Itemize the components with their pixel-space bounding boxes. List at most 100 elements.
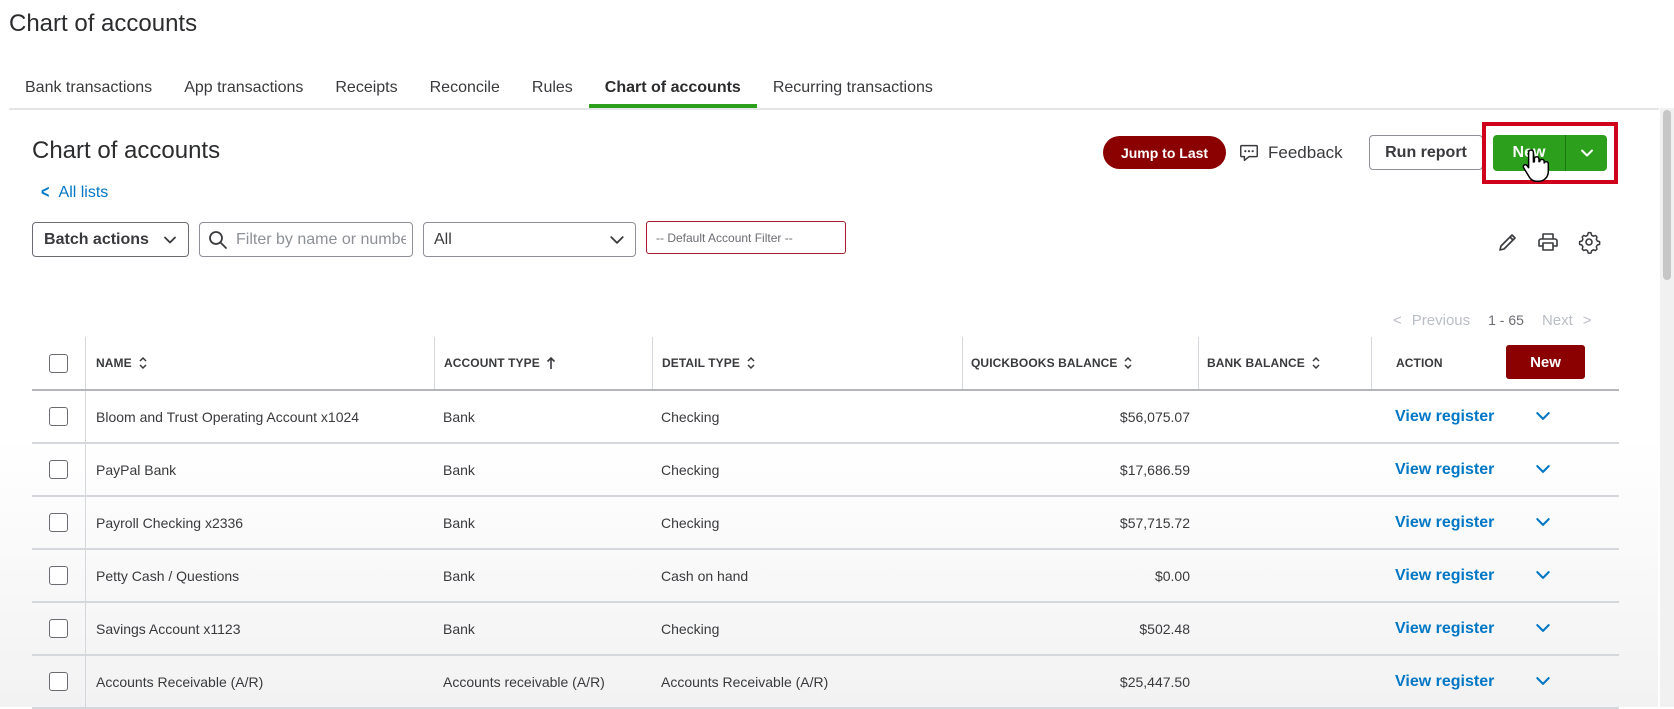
bank-balance-header-label: BANK BALANCE (1207, 356, 1305, 370)
tab-receipts[interactable]: Receipts (319, 68, 413, 108)
view-register-link[interactable]: View register (1395, 567, 1494, 585)
account-name: PayPal Bank (96, 461, 177, 478)
account-type: Bank (443, 567, 475, 584)
feedback-icon (1240, 144, 1258, 162)
account-type-select[interactable]: All (423, 222, 636, 257)
all-lists-label: All lists (58, 183, 109, 201)
pencil-icon[interactable] (1496, 230, 1520, 254)
qb-balance: $502.48 (1139, 620, 1190, 637)
chevron-down-icon[interactable] (1535, 408, 1551, 424)
account-type-cell: Bank (434, 391, 652, 442)
account-type-cell: Bank (434, 497, 652, 548)
action-cell: View register (1371, 656, 1619, 707)
bank-balance-cell (1198, 656, 1371, 707)
account-name-cell: Petty Cash / Questions (85, 550, 434, 601)
printer-icon[interactable] (1536, 230, 1560, 254)
table-row: Savings Account x1123 Bank Checking $502… (32, 603, 1619, 656)
filter-search-field[interactable] (199, 222, 413, 257)
feedback-button[interactable]: Feedback (1238, 140, 1343, 166)
hand-cursor-icon (1522, 149, 1550, 182)
select-all-checkbox[interactable] (49, 353, 68, 373)
table-row: Payroll Checking x2336 Bank Checking $57… (32, 497, 1619, 550)
qb-balance-header-label: QUICKBOOKS BALANCE (971, 356, 1118, 370)
qb-balance: $17,686.59 (1119, 461, 1190, 478)
qb-balance-cell: $0.00 (962, 550, 1198, 601)
tab-reconcile[interactable]: Reconcile (414, 68, 516, 108)
chevron-down-icon[interactable] (1535, 461, 1551, 477)
gear-icon[interactable] (1577, 230, 1601, 254)
detail-type-cell: Accounts Receivable (A/R) (652, 656, 962, 707)
action-cell: View register (1371, 550, 1619, 601)
chevron-down-icon[interactable] (1535, 673, 1551, 689)
account-name-cell: Bloom and Trust Operating Account x1024 (85, 391, 434, 442)
detail-type-cell: Checking (652, 391, 962, 442)
account-type-header-label: ACCOUNT TYPE (444, 356, 540, 370)
column-header-quickbooks-balance[interactable]: QUICKBOOKS BALANCE (962, 337, 1198, 389)
run-report-button[interactable]: Run report (1369, 135, 1483, 170)
default-account-filter[interactable]: -- Default Account Filter -- (646, 221, 846, 254)
tab-app-transactions[interactable]: App transactions (168, 68, 319, 108)
batch-actions-label: Batch actions (44, 230, 149, 248)
new-dropdown-button[interactable] (1566, 135, 1607, 171)
column-header-account-type[interactable]: ACCOUNT TYPE (434, 337, 652, 389)
account-type: Bank (443, 408, 475, 425)
column-header-name[interactable]: NAME (85, 337, 434, 389)
row-checkbox[interactable] (49, 460, 68, 479)
account-name: Accounts Receivable (A/R) (96, 673, 264, 690)
row-checkbox[interactable] (49, 566, 68, 585)
qb-balance: $0.00 (1154, 567, 1190, 584)
sort-icon (747, 356, 755, 370)
view-register-link[interactable]: View register (1395, 461, 1494, 479)
row-checkbox[interactable] (49, 407, 68, 426)
sort-icon (1312, 356, 1320, 370)
account-type: Bank (443, 514, 475, 531)
chevron-down-icon (164, 236, 176, 243)
select-all-cell (32, 337, 85, 389)
account-type: Bank (443, 620, 475, 637)
jump-to-last-button[interactable]: Jump to Last (1103, 136, 1226, 169)
column-header-action: ACTION New (1371, 337, 1619, 389)
chevron-down-icon[interactable] (1535, 567, 1551, 583)
chevron-down-icon[interactable] (1535, 620, 1551, 636)
next-label: Next (1541, 311, 1573, 329)
all-lists-link[interactable]: < All lists (40, 182, 108, 203)
row-checkbox[interactable] (49, 672, 68, 691)
view-register-link[interactable]: View register (1395, 514, 1494, 532)
chevron-right-icon: > (1582, 311, 1592, 329)
row-checkbox[interactable] (49, 619, 68, 638)
batch-actions-dropdown[interactable]: Batch actions (32, 222, 189, 257)
table-header: NAME ACCOUNT TYPE DETAIL TYPE QUICKBOOKS… (32, 337, 1619, 391)
row-checkbox[interactable] (49, 513, 68, 532)
tab-chart-of-accounts[interactable]: Chart of accounts (588, 68, 757, 108)
tab-recurring-transactions[interactable]: Recurring transactions (757, 68, 949, 108)
bank-balance-cell (1198, 603, 1371, 654)
accounts-table: NAME ACCOUNT TYPE DETAIL TYPE QUICKBOOKS… (32, 337, 1619, 709)
view-register-link[interactable]: View register (1395, 620, 1494, 638)
table-row: Accounts Receivable (A/R) Accounts recei… (32, 656, 1619, 709)
table-row: Bloom and Trust Operating Account x1024 … (32, 391, 1619, 444)
previous-page-button[interactable]: < Previous (1393, 312, 1470, 329)
filter-search-input[interactable] (236, 230, 406, 249)
account-name: Payroll Checking x2336 (96, 514, 244, 531)
chevron-down-icon[interactable] (1535, 514, 1551, 530)
detail-type: Checking (661, 620, 720, 637)
account-type: Accounts receivable (A/R) (443, 673, 605, 690)
detail-type-cell: Cash on hand (652, 550, 962, 601)
scrollbar[interactable] (1660, 108, 1674, 707)
column-header-detail-type[interactable]: DETAIL TYPE (652, 337, 962, 389)
tab-bank-transactions[interactable]: Bank transactions (9, 68, 168, 108)
account-type: Bank (443, 461, 475, 478)
table-new-button[interactable]: New (1506, 345, 1585, 379)
detail-type: Cash on hand (661, 567, 749, 584)
account-name-cell: PayPal Bank (85, 444, 434, 495)
view-register-link[interactable]: View register (1395, 673, 1494, 691)
tab-rules[interactable]: Rules (516, 68, 589, 108)
next-page-button[interactable]: Next > (1542, 312, 1592, 329)
account-name: Savings Account x1123 (96, 620, 241, 637)
view-register-link[interactable]: View register (1395, 408, 1494, 426)
scrollbar-thumb[interactable] (1663, 110, 1671, 280)
account-name-cell: Payroll Checking x2336 (85, 497, 434, 548)
account-name-cell: Savings Account x1123 (85, 603, 434, 654)
page-title: Chart of accounts (9, 10, 198, 37)
column-header-bank-balance[interactable]: BANK BALANCE (1198, 337, 1371, 389)
